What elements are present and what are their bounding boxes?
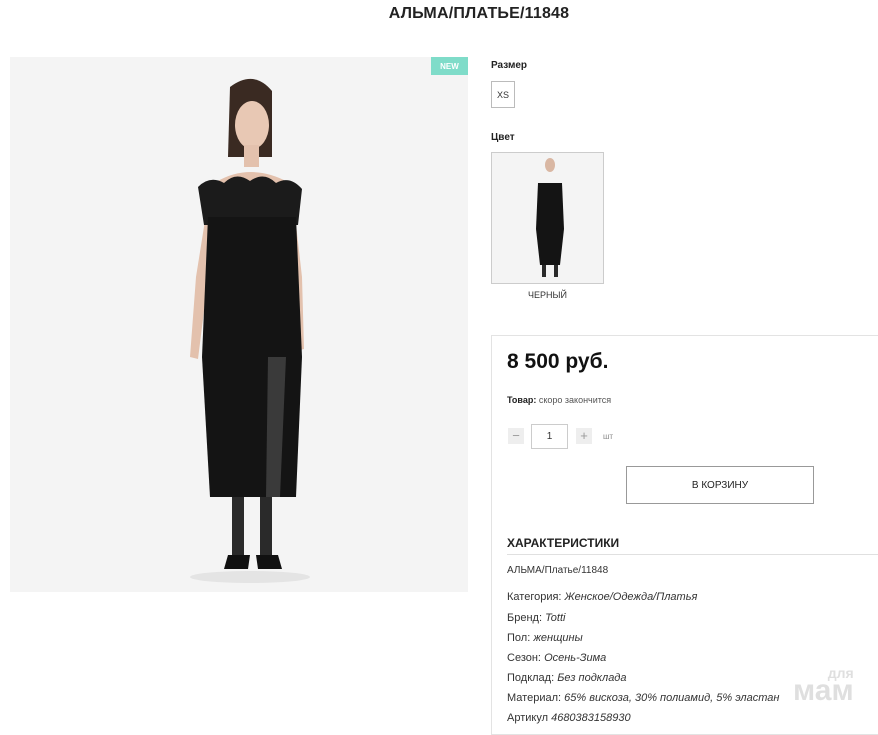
size-option-xs[interactable]: XS: [491, 81, 515, 108]
stock-value: скоро закончится: [538, 395, 612, 405]
product-title: АЛЬМА/ПЛАТЬЕ/11848: [388, 5, 570, 22]
quantity-plus-button[interactable]: +: [576, 428, 592, 444]
spec-value: 65% вискоза, 30% полиамид, 5% эластан: [564, 692, 780, 704]
spec-row: Артикул 4680383158930: [507, 712, 631, 724]
add-to-cart-button[interactable]: В КОРЗИНУ: [626, 466, 814, 504]
spec-row: Материал: 65% вискоза, 30% полиамид, 5% …: [507, 692, 779, 704]
product-main-photo[interactable]: NEW: [10, 57, 468, 592]
quantity-unit: шт: [603, 432, 614, 441]
spec-value: Женское/Одежда/Платья: [564, 591, 698, 603]
watermark-logo: для мам: [793, 666, 854, 708]
spec-row: Сезон: Осень-Зима: [507, 652, 606, 664]
spec-label: Артикул: [507, 712, 549, 724]
specs-title: ХАРАКТЕРИСТИКИ: [507, 536, 620, 550]
color-swatch-thumbnail: [492, 153, 603, 283]
spec-label: Бренд:: [507, 612, 543, 624]
spec-value: 4680383158930: [551, 712, 631, 724]
spec-label: Подклад:: [507, 672, 555, 684]
spec-label: Сезон:: [507, 652, 541, 664]
spec-row: Бренд: Totti: [507, 612, 565, 624]
stock-label: Товар:: [507, 395, 537, 405]
color-swatch-black[interactable]: [491, 152, 604, 284]
watermark-bottom: мам: [793, 674, 854, 708]
spec-value: Totti: [545, 612, 566, 624]
specs-divider: [507, 554, 878, 555]
size-label: Размер: [491, 60, 528, 71]
spec-label: Пол:: [507, 632, 531, 644]
product-sku: АЛЬМА/Платье/11848: [507, 565, 609, 576]
product-price: 8 500 руб.: [507, 350, 609, 373]
color-name: ЧЕРНЫЙ: [528, 290, 567, 300]
model-photo-illustration: [10, 57, 468, 592]
spec-label: Материал:: [507, 692, 562, 704]
quantity-input[interactable]: [531, 424, 568, 449]
spec-value: Без подклада: [557, 672, 627, 684]
stock-status: Товар: скоро закончится: [507, 395, 611, 405]
spec-row: Категория: Женское/Одежда/Платья: [507, 591, 697, 603]
new-badge: NEW: [431, 57, 468, 75]
spec-label: Категория:: [507, 591, 562, 603]
color-label: Цвет: [491, 132, 515, 143]
spec-row: Подклад: Без подклада: [507, 672, 627, 684]
spec-row: Пол: женщины: [507, 632, 583, 644]
spec-value: Осень-Зима: [544, 652, 607, 664]
spec-value: женщины: [533, 632, 583, 644]
quantity-minus-button[interactable]: −: [508, 428, 524, 444]
